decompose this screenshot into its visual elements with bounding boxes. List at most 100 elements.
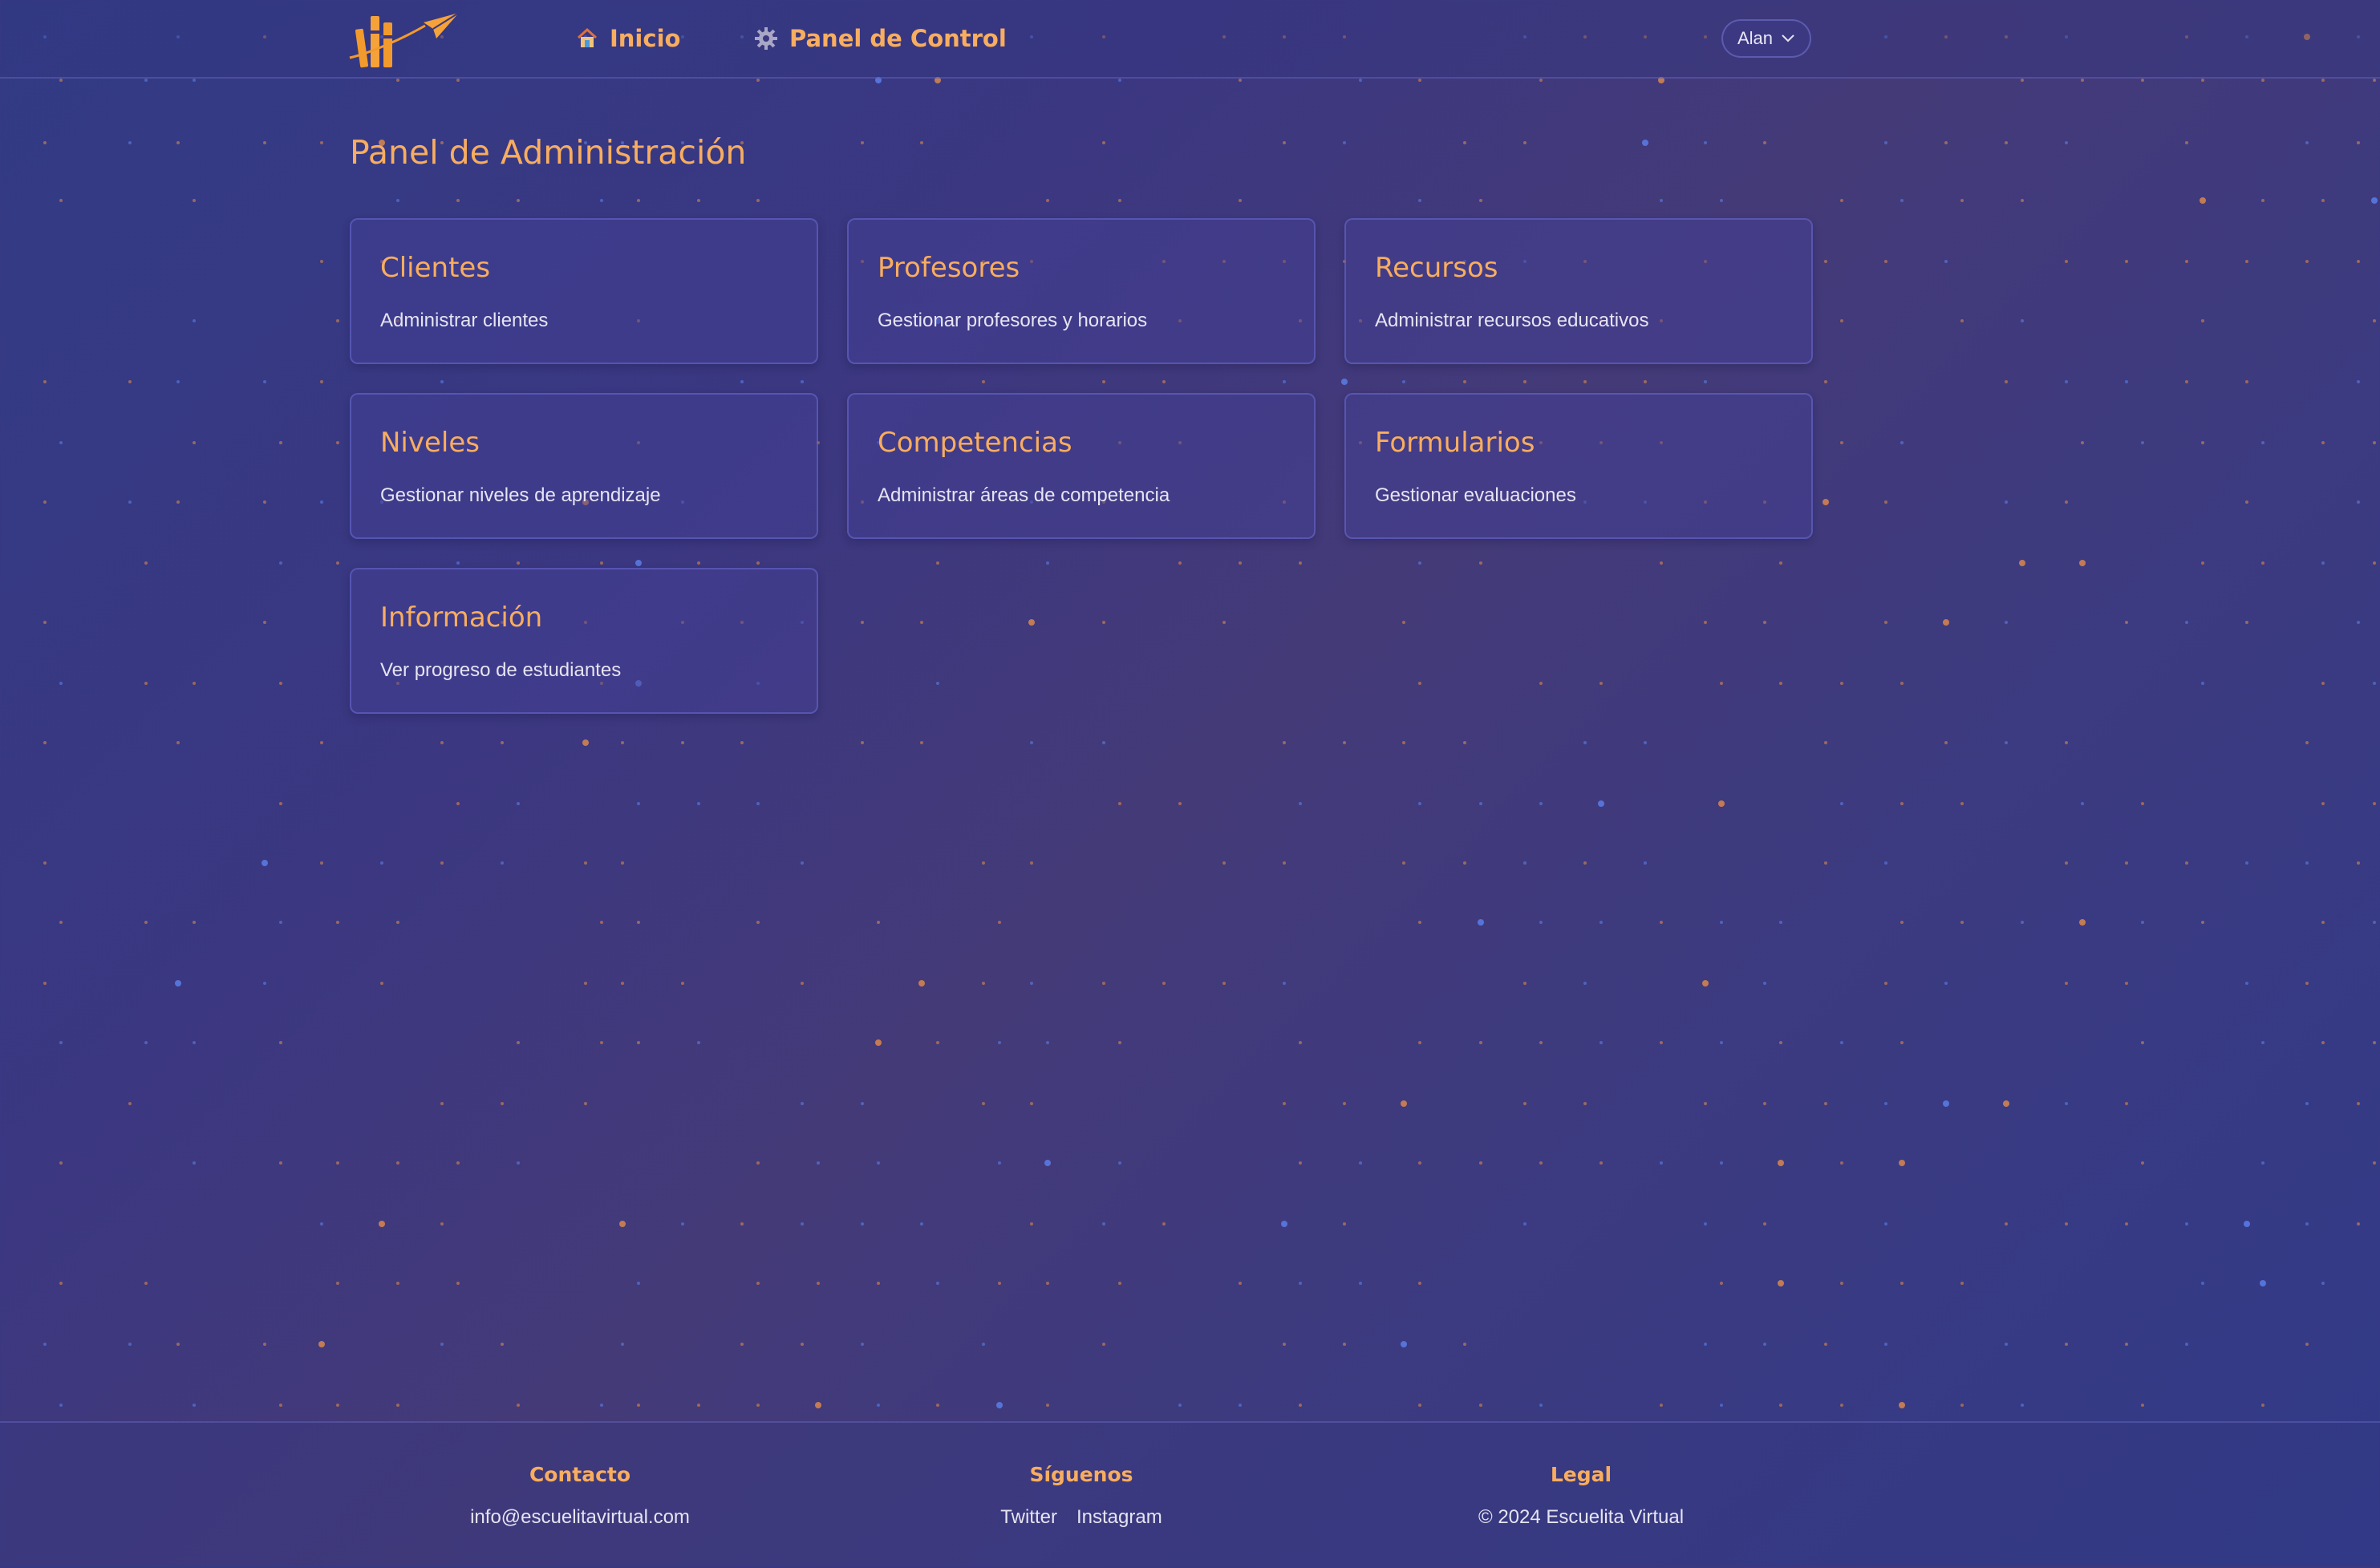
footer-contact-email[interactable]: info@escuelitavirtual.com xyxy=(355,1506,805,1529)
user-menu-button[interactable]: Alan xyxy=(1721,19,1811,58)
star-dot xyxy=(1779,1404,1782,1407)
star-dot xyxy=(1600,1161,1603,1165)
star-dot xyxy=(600,921,603,924)
star-dot xyxy=(1463,1343,1466,1346)
star-dot xyxy=(877,1282,880,1285)
card-profesores[interactable]: Profesores Gestionar profesores y horari… xyxy=(847,218,1316,364)
star-dot xyxy=(2185,141,2188,144)
star-dot xyxy=(920,1222,923,1226)
star-dot xyxy=(43,380,47,383)
star-dot xyxy=(2261,441,2264,444)
star-dot xyxy=(1720,682,1723,685)
star-dot xyxy=(2373,682,2376,685)
star-dot xyxy=(336,561,339,565)
star-dot xyxy=(1763,982,1766,985)
star-dot xyxy=(1539,921,1543,924)
star-dot xyxy=(396,921,399,924)
card-informacion[interactable]: Información Ver progreso de estudiantes xyxy=(350,568,818,714)
star-dot xyxy=(1402,380,1405,383)
star-dot xyxy=(1884,260,1887,263)
star-dot xyxy=(861,741,864,744)
star-dot xyxy=(1960,199,1964,202)
star-dot xyxy=(193,441,196,444)
star-dot xyxy=(279,1404,282,1407)
star-dot xyxy=(1463,141,1466,144)
star-dot xyxy=(982,1102,985,1105)
star-dot xyxy=(936,561,939,565)
star-dot xyxy=(320,260,323,263)
star-dot xyxy=(263,1343,266,1346)
star-dot xyxy=(1102,141,1105,144)
star-dot xyxy=(1479,802,1482,805)
star-dot xyxy=(1030,861,1033,865)
star-dot xyxy=(740,1222,744,1226)
star-dot xyxy=(1299,1041,1302,1044)
star-dot xyxy=(1824,260,1827,263)
star-dot xyxy=(1960,802,1964,805)
nav-panel-de-control[interactable]: Panel de Control xyxy=(754,21,1007,56)
star-dot xyxy=(1778,1280,1784,1286)
card-description: Administrar clientes xyxy=(380,310,549,331)
star-dot xyxy=(1840,1404,1843,1407)
star-dot xyxy=(128,1102,132,1105)
card-clientes[interactable]: Clientes Administrar clientes xyxy=(350,218,818,364)
star-dot xyxy=(1463,380,1466,383)
twitter-link[interactable]: Twitter xyxy=(1000,1506,1057,1529)
star-dot xyxy=(1402,861,1405,865)
star-dot xyxy=(877,1404,880,1407)
star-dot xyxy=(2005,741,2008,744)
star-dot xyxy=(1418,1282,1421,1285)
star-dot xyxy=(144,561,148,565)
logo[interactable] xyxy=(347,6,460,71)
star-dot xyxy=(2003,1100,2009,1107)
star-dot xyxy=(336,1161,339,1165)
star-dot xyxy=(320,861,323,865)
star-dot xyxy=(918,980,925,987)
star-dot xyxy=(2373,319,2376,322)
instagram-link[interactable]: Instagram xyxy=(1076,1506,1162,1529)
star-dot xyxy=(681,741,684,744)
star-dot xyxy=(2321,199,2325,202)
star-dot xyxy=(1030,1102,1033,1105)
star-dot xyxy=(1778,1160,1784,1166)
star-dot xyxy=(1028,619,1035,626)
star-dot xyxy=(681,1222,684,1226)
star-dot xyxy=(2357,260,2360,263)
star-dot xyxy=(1102,621,1105,624)
star-dot xyxy=(2305,1343,2309,1346)
star-dot xyxy=(59,199,63,202)
nav-inicio[interactable]: Inicio xyxy=(576,21,680,56)
star-dot xyxy=(861,141,864,144)
star-dot xyxy=(456,802,460,805)
star-dot xyxy=(320,500,323,504)
star-dot xyxy=(637,199,640,202)
star-dot xyxy=(1539,1161,1543,1165)
star-dot xyxy=(43,861,47,865)
star-dot xyxy=(681,982,684,985)
home-icon xyxy=(577,27,598,47)
star-dot xyxy=(2261,199,2264,202)
star-dot xyxy=(2321,79,2325,82)
card-title: Información xyxy=(380,602,543,634)
star-dot xyxy=(2357,1222,2360,1226)
star-dot xyxy=(2261,1404,2264,1407)
star-dot xyxy=(1523,380,1527,383)
star-dot xyxy=(2261,1041,2264,1044)
star-dot xyxy=(1418,199,1421,202)
star-dot xyxy=(2005,141,2008,144)
star-dot xyxy=(584,861,587,865)
star-dot xyxy=(456,561,460,565)
card-title: Clientes xyxy=(380,252,491,284)
star-dot xyxy=(2021,319,2024,322)
card-formularios[interactable]: Formularios Gestionar evaluaciones xyxy=(1344,393,1813,539)
card-recursos[interactable]: Recursos Administrar recursos educativos xyxy=(1344,218,1813,364)
star-dot xyxy=(193,79,196,82)
star-dot xyxy=(2065,1343,2068,1346)
card-competencias[interactable]: Competencias Administrar áreas de compet… xyxy=(847,393,1316,539)
card-niveles[interactable]: Niveles Gestionar niveles de aprendizaje xyxy=(350,393,818,539)
star-dot xyxy=(2065,1102,2068,1105)
star-dot xyxy=(1644,861,1647,865)
star-dot xyxy=(2305,1222,2309,1226)
star-dot xyxy=(1944,741,1948,744)
star-dot xyxy=(2021,79,2024,82)
